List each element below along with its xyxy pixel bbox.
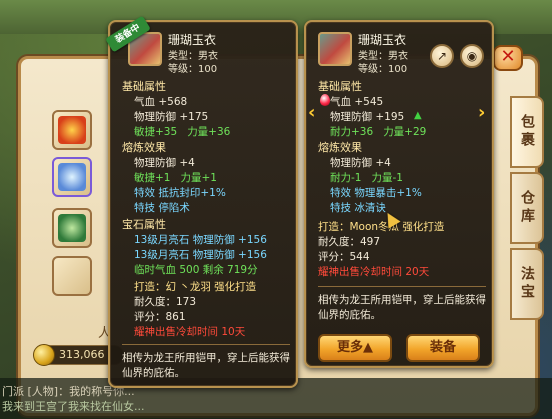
item-tooltip: 珊瑚玉衣 类型：男衣 等级：100 ↗ ◉ 基础属性 气血 +545 物理防御 … (304, 20, 494, 368)
item-name: 珊瑚玉衣 (358, 33, 407, 47)
tab-warehouse[interactable]: 仓库 (510, 172, 544, 244)
close-icon: ✕ (500, 46, 516, 67)
stat-row: 敏捷+1 力量+1 (134, 171, 217, 185)
stat-value: +4 (375, 157, 391, 169)
stat-label: 物理防御 (330, 111, 372, 123)
stat-row: 耐力-1 力量-1 (330, 171, 403, 185)
stat-label: 敏捷+35 (134, 126, 178, 138)
stat-value: 冰清诀 (354, 202, 386, 214)
stat-row: 物理防御 +175 (134, 110, 208, 124)
basic-attributes-header: 基础属性 (318, 80, 362, 93)
share-button[interactable]: ↗ (430, 44, 454, 68)
equipped-item-tooltip: 装备中 珊瑚玉衣 类型：男衣 等级：100 基础属性 气血 +568 物理防御 … (105, 15, 298, 388)
tab-bag[interactable]: 包裹 (510, 96, 544, 168)
forge-effect-header: 熔炼效果 (318, 141, 362, 154)
view-button[interactable]: ◉ (460, 44, 484, 68)
temp-hp-row: 临时气血 500 剩余 719分 (134, 264, 258, 276)
sell-cooldown-row: 耀神出售冷却时间 10天 (134, 326, 246, 338)
gold-amount: 313,066 (59, 348, 105, 361)
item-level: 等级：100 (168, 64, 218, 75)
stat-value: 力量-1 (371, 172, 403, 184)
stat-value: +545 (354, 96, 384, 108)
stat-label: 耐力-1 (330, 172, 362, 184)
stat-label: 气血 (330, 96, 351, 108)
inventory-slot-necklace[interactable] (52, 157, 92, 197)
stat-value: +175 (179, 111, 209, 123)
stat-value: +568 (158, 96, 188, 108)
chat-line: 我来到王宫了我来找在仙女... (2, 400, 145, 413)
item-name: 珊瑚玉衣 (168, 33, 217, 47)
necklace-icon (58, 163, 86, 191)
sell-cooldown-row: 耀神出售冷却时间 20天 (318, 266, 430, 278)
stat-up-arrow-icon: ▲ (414, 110, 422, 121)
next-arrow-icon[interactable]: › (478, 102, 485, 123)
gem-value: 物理防御 +156 (192, 234, 267, 246)
stat-value: 物理暴击+1% (354, 187, 422, 199)
item-description: 相传为龙王所用铠甲，穿上后能获得仙界的庇佑。 (122, 344, 290, 381)
forger-row: 打造：幻 丶龙羽 强化打造 (134, 281, 257, 293)
stat-row: 特效 抵抗封印+1% (134, 186, 226, 200)
eye-icon: ◉ (466, 49, 478, 63)
stat-row: 特技 冰清诀 (330, 201, 386, 215)
gem-label: 13级月亮石 (134, 234, 190, 246)
stat-label: 特效 (330, 187, 351, 199)
stat-row: 耐力+36 力量+29 (330, 125, 426, 139)
gem-row: 13级月亮石 物理防御 +156 (134, 248, 267, 262)
equip-button[interactable]: 装备 (406, 334, 480, 362)
gem-value: 物理防御 +156 (192, 249, 267, 261)
armor-item-icon (318, 32, 352, 66)
stat-label: 敏捷+1 (134, 172, 171, 184)
stat-row: 敏捷+35 力量+36 (134, 125, 230, 139)
forger-row: 打造：Moon冬瓜 强化打造 (318, 221, 445, 233)
stat-label: 物理防御 (134, 111, 176, 123)
stat-label: 气血 (134, 96, 155, 108)
stat-value: +195 (375, 111, 405, 123)
stat-label: 特技 (134, 202, 155, 214)
stat-label: 特效 (134, 187, 155, 199)
ring-icon (58, 214, 86, 242)
gem-label: 13级月亮石 (134, 249, 190, 261)
share-icon: ↗ (436, 49, 448, 63)
stat-row: 气血 +568 (134, 95, 187, 109)
stat-value: +4 (179, 157, 195, 169)
gem-attributes-header: 宝石属性 (122, 218, 166, 231)
durability-row: 耐久度：497 (318, 236, 381, 248)
stat-value: 抵抗封印+1% (158, 187, 226, 199)
stat-label: 特技 (330, 202, 351, 214)
durability-row: 耐久度：173 (134, 296, 197, 308)
stat-label: 物理防御 (330, 157, 372, 169)
forge-effect-header: 熔炼效果 (122, 141, 166, 154)
inventory-slot-empty[interactable] (52, 256, 92, 296)
gold-coin-icon (33, 344, 55, 366)
item-level: 等级：100 (358, 64, 408, 75)
gem-row: 13级月亮石 物理防御 +156 (134, 233, 267, 247)
stat-row: 物理防御 +4 (134, 156, 195, 170)
score-row: 评分：861 (134, 311, 186, 323)
stat-row: 特效 物理暴击+1% (330, 186, 422, 200)
stat-label: 物理防御 (134, 157, 176, 169)
previous-arrow-icon[interactable]: ‹ (308, 102, 315, 123)
stat-row: 气血 +545 (330, 95, 383, 109)
inventory-slot-helmet[interactable] (52, 110, 92, 150)
stat-value: 力量+29 (383, 126, 427, 138)
helmet-icon (58, 116, 86, 144)
score-row: 评分：544 (318, 251, 370, 263)
stat-row: 物理防御 +4 (330, 156, 391, 170)
stat-row: 物理防御 +195 (330, 110, 404, 124)
stat-value: 停陷术 (158, 202, 190, 214)
red-gem-icon (320, 94, 330, 106)
stat-label: 耐力+36 (330, 126, 374, 138)
inventory-slot-ring[interactable] (52, 208, 92, 248)
more-button[interactable]: 更多▲ (318, 334, 392, 362)
tab-treasure[interactable]: 法宝 (510, 248, 544, 320)
item-description: 相传为龙王所用铠甲，穿上后能获得仙界的庇佑。 (318, 286, 486, 323)
basic-attributes-header: 基础属性 (122, 80, 166, 93)
stat-value: 力量+1 (180, 172, 217, 184)
stat-row: 特技 停陷术 (134, 201, 190, 215)
inventory-close-button[interactable]: ✕ (493, 45, 523, 71)
stat-value: 力量+36 (187, 126, 231, 138)
